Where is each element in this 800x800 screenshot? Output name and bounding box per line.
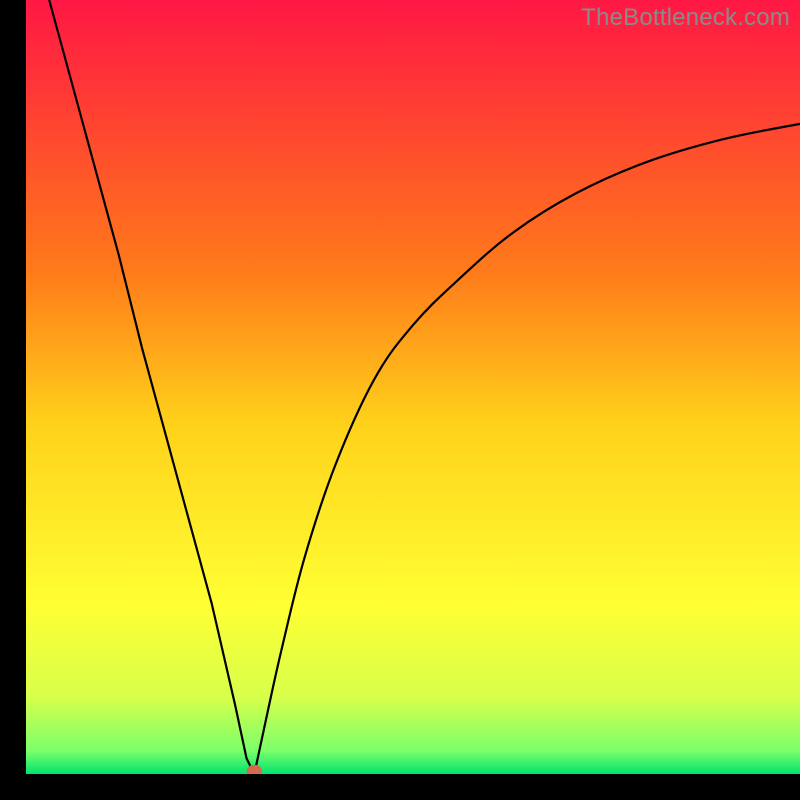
chart-frame [26, 0, 800, 774]
gradient-background [26, 0, 800, 774]
bottleneck-chart [26, 0, 800, 774]
